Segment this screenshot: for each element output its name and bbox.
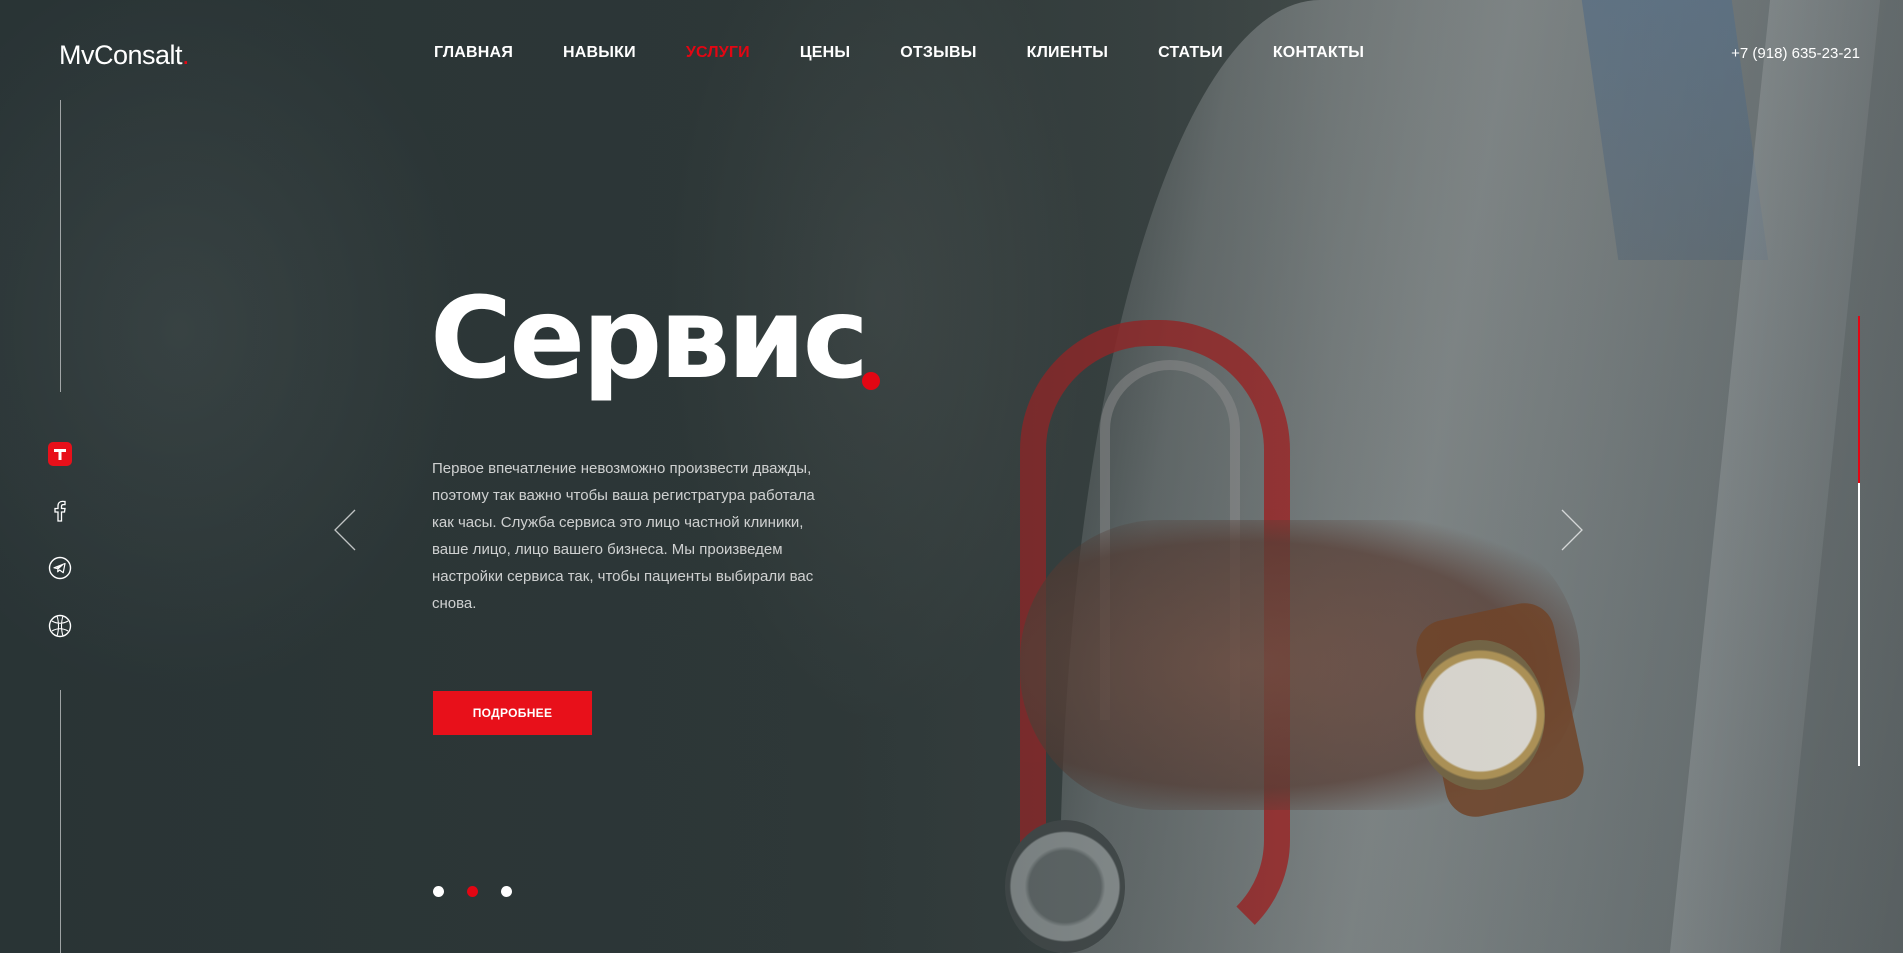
slide-progress-fill xyxy=(1858,316,1860,483)
slider-dot-2[interactable] xyxy=(467,886,478,897)
slider-dot-1[interactable] xyxy=(433,886,444,897)
prev-slide-arrow-icon[interactable] xyxy=(333,508,357,552)
nav-item-services[interactable]: УСЛУГИ xyxy=(686,44,750,62)
hero-background xyxy=(0,0,1903,953)
hero-description: Первое впечатление невозможно произвести… xyxy=(432,460,815,612)
site-logo[interactable]: MvConsalt. xyxy=(59,40,190,71)
dribbble-icon[interactable] xyxy=(48,614,72,638)
nav-item-contacts[interactable]: КОНТАКТЫ xyxy=(1273,44,1364,62)
left-rail-line-top xyxy=(60,100,61,392)
tiktok-icon[interactable] xyxy=(48,442,72,466)
hero-title: Сервис xyxy=(430,274,869,404)
nav-item-skills[interactable]: НАВЫКИ xyxy=(563,44,636,62)
hero-title-dot xyxy=(862,372,880,390)
more-button[interactable]: ПОДРОБНЕЕ xyxy=(433,691,592,735)
telegram-icon[interactable] xyxy=(48,556,72,580)
slider-dot-3[interactable] xyxy=(501,886,512,897)
nav-item-home[interactable]: ГЛАВНАЯ xyxy=(434,44,513,62)
logo-dot: . xyxy=(182,40,190,70)
nav-item-articles[interactable]: СТАТЬИ xyxy=(1158,44,1223,62)
main-nav: ГЛАВНАЯ НАВЫКИ УСЛУГИ ЦЕНЫ ОТЗЫВЫ КЛИЕНТ… xyxy=(434,44,1414,62)
left-rail-line-bottom xyxy=(60,690,61,953)
logo-text: MvConsalt xyxy=(59,40,183,70)
phone-link[interactable]: +7 (918) 635-23-21 xyxy=(1731,45,1860,62)
nav-item-clients[interactable]: КЛИЕНТЫ xyxy=(1027,44,1109,62)
facebook-icon[interactable] xyxy=(48,499,72,523)
nav-item-prices[interactable]: ЦЕНЫ xyxy=(800,44,850,62)
nav-item-reviews[interactable]: ОТЗЫВЫ xyxy=(900,44,976,62)
background-overlay xyxy=(0,0,1903,953)
next-slide-arrow-icon[interactable] xyxy=(1560,508,1584,552)
